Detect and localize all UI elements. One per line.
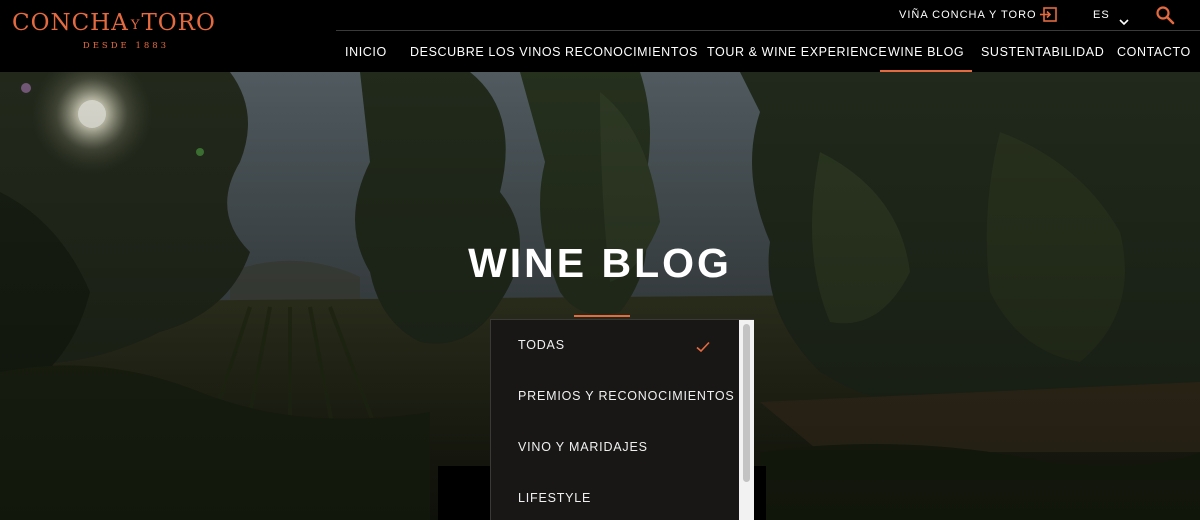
main-nav: INICIO DESCUBRE LOS VINOS RECONOCIMIENTO…: [0, 44, 1200, 72]
dropdown-scrollbar[interactable]: [739, 320, 754, 520]
logo-wordmark: CONCHA YTORO: [12, 10, 216, 36]
category-option-premios-y-reconocimientos[interactable]: PREMIOS Y RECONOCIMIENTOS: [518, 389, 735, 403]
corporate-link[interactable]: VIÑA CONCHA Y TORO: [899, 9, 1037, 21]
nav-wine-blog[interactable]: WINE BLOG: [879, 44, 973, 72]
title-accent-line: [574, 315, 630, 317]
scrollbar-thumb[interactable]: [743, 324, 750, 482]
language-selector[interactable]: ES: [1093, 9, 1110, 21]
hero-banner: WINE BLOG TODAS PREMIOS Y RECONOCIMIENTO…: [0, 72, 1200, 520]
page-title: WINE BLOG: [468, 240, 732, 286]
nav-descubre-los-vinos[interactable]: DESCUBRE LOS VINOS: [410, 44, 561, 60]
check-icon: [696, 338, 710, 353]
nav-sustentabilidad[interactable]: SUSTENTABILIDAD: [981, 44, 1104, 60]
category-option-todas[interactable]: TODAS: [518, 338, 565, 352]
site-header: CONCHA YTORO DESDE 1883 VIÑA CONCHA Y TOR…: [0, 0, 1200, 72]
category-option-vino-y-maridajes[interactable]: VINO Y MARIDAJES: [518, 440, 648, 454]
nav-contacto[interactable]: CONTACTO: [1117, 44, 1191, 60]
category-option-lifestyle[interactable]: LIFESTYLE: [518, 491, 591, 505]
category-dropdown-menu: TODAS PREMIOS Y RECONOCIMIENTOS VINO Y M…: [490, 319, 754, 520]
utility-bar: VIÑA CONCHA Y TORO ES: [336, 0, 1200, 31]
search-icon[interactable]: [1155, 5, 1175, 25]
nav-reconocimientos[interactable]: RECONOCIMIENTOS: [565, 44, 698, 60]
nav-inicio[interactable]: INICIO: [345, 44, 387, 60]
login-icon[interactable]: [1040, 7, 1057, 22]
chevron-down-icon[interactable]: [1119, 11, 1129, 26]
nav-tour-wine-experience[interactable]: TOUR & WINE EXPERIENCE: [707, 44, 887, 60]
